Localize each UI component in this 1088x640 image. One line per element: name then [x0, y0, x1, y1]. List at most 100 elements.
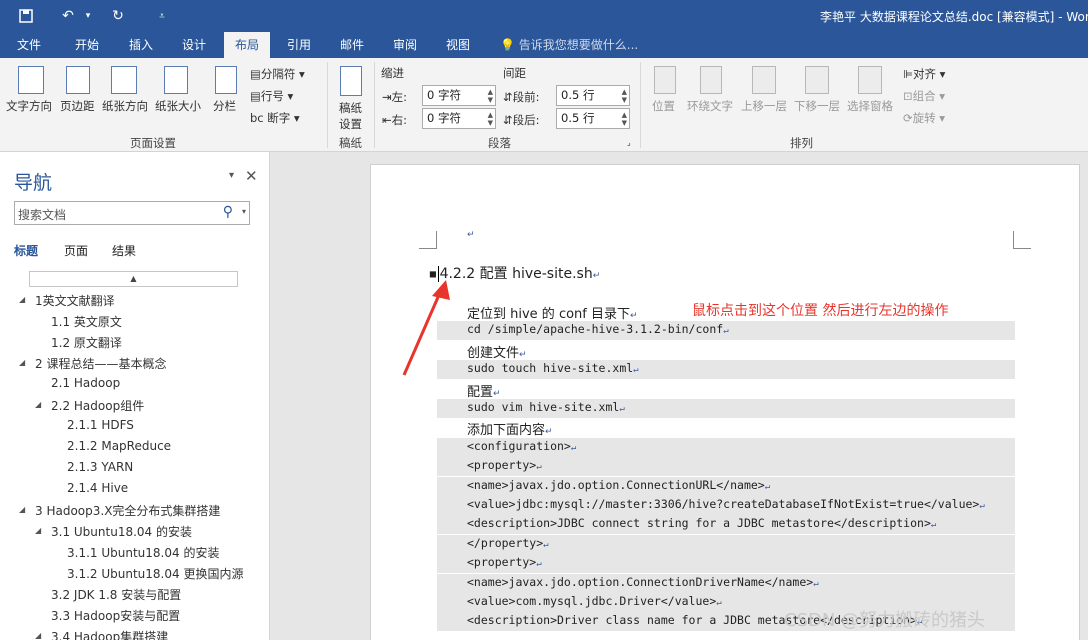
selection-pane-button[interactable]: 选择窗格	[847, 98, 893, 114]
nav-item[interactable]: 1.2 原文翻译	[51, 334, 122, 351]
orientation-icon	[111, 66, 137, 94]
draft-button[interactable]: 稿纸 设置	[339, 100, 362, 132]
nav-item[interactable]: 3.1 Ubuntu18.04 的安装	[51, 523, 192, 540]
window-title: 李艳平 大数据课程论文总结.doc [兼容模式] - Wor	[820, 10, 1088, 24]
rotate-button[interactable]: ⟳旋转 ▾	[903, 110, 945, 126]
code-line[interactable]: </property>↵	[467, 536, 549, 550]
tab-home[interactable]: 开始	[64, 32, 110, 58]
tab-review[interactable]: 审阅	[382, 32, 428, 58]
tab-references[interactable]: 引用	[276, 32, 322, 58]
draft-paper-icon	[340, 66, 362, 96]
orientation-button[interactable]: 纸张方向	[102, 98, 148, 114]
margins-button[interactable]: 页边距	[60, 98, 95, 114]
code-line[interactable]: <name>javax.jdo.option.ConnectionURL</na…	[467, 478, 770, 492]
paragraph-mark: ↵	[813, 579, 819, 589]
nav-item[interactable]: 2 课程总结——基本概念	[35, 355, 166, 372]
nav-item[interactable]: 3.1.1 Ubuntu18.04 的安装	[67, 544, 219, 561]
collapse-icon[interactable]: ◢	[35, 631, 41, 640]
nav-title: 导航	[14, 172, 53, 194]
code-line[interactable]: <name>javax.jdo.option.ConnectionDriverN…	[467, 575, 819, 589]
code-line[interactable]: cd /simple/apache-hive-3.1.2-bin/conf↵	[467, 322, 729, 336]
nav-item[interactable]: 1英文文献翻译	[35, 292, 115, 309]
indent-left-input[interactable]: 0 字符 ▲ ▼	[422, 85, 496, 106]
nav-item[interactable]: 1.1 英文原文	[51, 313, 122, 330]
nav-tab-headings[interactable]: 标题	[14, 242, 38, 259]
close-icon[interactable]: ✕	[245, 167, 258, 185]
collapse-icon[interactable]: ◢	[19, 295, 25, 304]
nav-item[interactable]: 3.3 Hadoop安装与配置	[51, 607, 180, 624]
undo-dropdown-icon[interactable]: ▾	[78, 6, 98, 26]
code-line[interactable]: sudo vim hive-site.xml↵	[467, 400, 625, 414]
nav-item[interactable]: 3.2 JDK 1.8 安装与配置	[51, 586, 181, 603]
nav-item[interactable]: 2.1.4 Hive	[67, 481, 128, 495]
redo-icon[interactable]: ↻	[108, 6, 128, 26]
search-icon[interactable]: ⚲	[223, 204, 233, 220]
tab-design[interactable]: 设计	[171, 32, 217, 58]
red-annotation: 鼠标点击到这个位置 然后进行左边的操作	[692, 303, 949, 319]
nav-item[interactable]: 2.1.2 MapReduce	[67, 439, 171, 453]
nav-item[interactable]: 2.1 Hadoop	[51, 376, 120, 390]
customize-toolbar-icon[interactable]: ⩡	[152, 6, 172, 26]
group-button[interactable]: ⊡组合 ▾	[903, 88, 945, 104]
collapse-icon[interactable]: ◢	[19, 505, 25, 514]
document-page[interactable]: ↵ ■ 4.2.2 配置 hive-site.sh↵ 鼠标点击到这个位置 然后进行…	[370, 164, 1080, 640]
line-numbers-button[interactable]: ▤行号 ▾	[250, 88, 293, 104]
nav-item[interactable]: 3.4 Hadoop集群搭建	[51, 628, 168, 640]
nav-options-icon[interactable]: ▾	[229, 170, 234, 181]
tab-file[interactable]: 文件	[6, 32, 52, 58]
spacing-before-input[interactable]: 0.5 行 ▲ ▼	[556, 85, 630, 106]
nav-tab-results[interactable]: 结果	[112, 242, 136, 259]
code-line[interactable]: <value>com.mysql.jdbc.Driver</value>↵	[467, 594, 722, 608]
text-direction-button[interactable]: 文字方向	[6, 98, 52, 114]
indent-right-input[interactable]: 0 字符 ▲ ▼	[422, 108, 496, 129]
tab-layout[interactable]: 布局	[224, 32, 270, 58]
undo-icon[interactable]: ↶	[58, 6, 78, 26]
nav-item[interactable]: 2.1.1 HDFS	[67, 418, 134, 432]
nav-item[interactable]: 3.1.2 Ubuntu18.04 更换国内源	[67, 565, 243, 582]
code-line[interactable]: <configuration>↵	[467, 439, 576, 453]
save-icon[interactable]	[16, 6, 36, 26]
collapse-icon[interactable]: ◢	[35, 400, 41, 409]
position-button[interactable]: 位置	[652, 98, 675, 114]
nav-search-input[interactable]: 搜索文档 ⚲ ▾	[14, 201, 250, 225]
scroll-up-icon[interactable]: ▲	[29, 271, 238, 287]
tab-insert[interactable]: 插入	[118, 32, 164, 58]
collapse-icon[interactable]: ◢	[35, 526, 41, 535]
collapse-icon[interactable]: ◢	[19, 358, 25, 367]
paragraph-mark: ↵	[467, 230, 475, 240]
spacing-after-input[interactable]: 0.5 行 ▲ ▼	[556, 108, 630, 129]
text-line[interactable]: 配置↵	[467, 381, 501, 400]
spacing-before-icon: ⇵	[503, 90, 513, 104]
tell-me-box[interactable]: 💡 告诉我您想要做什么...	[500, 32, 650, 58]
code-line[interactable]: <value>jdbc:mysql://master:3306/hive?cre…	[467, 497, 985, 511]
nav-item[interactable]: 3 Hadoop3.X完全分布式集群搭建	[35, 502, 220, 519]
tab-mailings[interactable]: 邮件	[329, 32, 375, 58]
hyphenation-button[interactable]: bc 断字 ▾	[250, 110, 300, 126]
nav-item[interactable]: 2.1.3 YARN	[67, 460, 133, 474]
paragraph-mark: ↵	[930, 520, 937, 530]
send-backward-button[interactable]: 下移一层	[794, 98, 840, 114]
code-line[interactable]: <property>↵	[467, 458, 542, 472]
search-placeholder: 搜索文档	[18, 208, 67, 222]
text-line[interactable]: 定位到 hive 的 conf 目录下↵	[467, 303, 638, 322]
wrap-text-button[interactable]: 环绕文字	[687, 98, 733, 114]
margin-mark	[419, 231, 437, 249]
code-line[interactable]: <description>JDBC connect string for a J…	[467, 516, 936, 530]
group-icon: ⊡	[903, 89, 913, 103]
selection-pane-icon	[858, 66, 882, 94]
text-line[interactable]: 创建文件↵	[467, 342, 527, 361]
breaks-button[interactable]: ▤分隔符 ▾	[250, 66, 305, 82]
tab-view[interactable]: 视图	[435, 32, 481, 58]
paragraph-dialog-launcher-icon[interactable]: ⌟	[627, 138, 631, 147]
spacing-before-label: ⇵段前:	[503, 90, 540, 104]
align-button[interactable]: ⊫对齐 ▾	[903, 66, 945, 82]
search-dropdown-icon[interactable]: ▾	[242, 207, 246, 216]
nav-item[interactable]: 2.2 Hadoop组件	[51, 397, 144, 414]
bring-forward-button[interactable]: 上移一层	[741, 98, 787, 114]
columns-button[interactable]: 分栏	[213, 98, 236, 114]
nav-tab-pages[interactable]: 页面	[64, 242, 88, 259]
code-line[interactable]: <property>↵	[467, 555, 542, 569]
size-button[interactable]: 纸张大小	[155, 98, 201, 114]
text-line[interactable]: 添加下面内容↵	[467, 419, 553, 438]
code-line[interactable]: sudo touch hive-site.xml↵	[467, 361, 639, 375]
